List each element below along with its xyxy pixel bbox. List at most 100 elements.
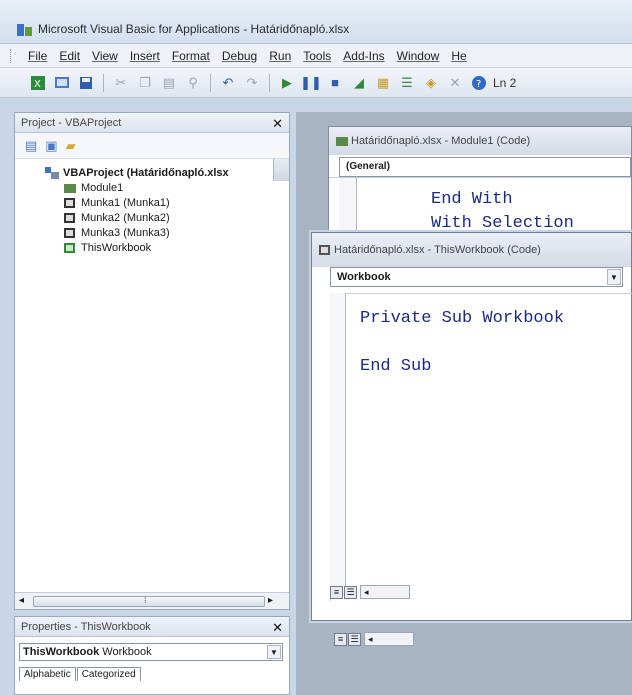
menu-help[interactable]: He <box>445 49 472 63</box>
tree-item-vbaproject[interactable]: VBAProject (Határidőnapló.xlsx <box>45 165 289 180</box>
copy-icon[interactable]: ❐ <box>135 73 155 93</box>
menu-insert[interactable]: Insert <box>124 49 166 63</box>
paste-icon[interactable]: ▤ <box>159 73 179 93</box>
menu-format[interactable]: Format <box>166 49 216 63</box>
svg-text:?: ? <box>476 79 481 90</box>
module-window-title: Határidőnapló.xlsx - Module1 (Code) <box>351 135 531 147</box>
toggle-folders-icon[interactable]: ▰ <box>66 138 76 154</box>
menu-addins[interactable]: Add-Ins <box>337 49 390 63</box>
project-tree: VBAProject (Határidőnapló.xlsx Module1 M… <box>15 159 289 255</box>
tab-alphabetic[interactable]: Alphabetic <box>19 667 76 681</box>
object-select[interactable]: ThisWorkbook Workbook ▼ <box>19 643 283 661</box>
close-icon[interactable]: ✕ <box>272 618 283 638</box>
chevron-down-icon[interactable]: ▼ <box>267 645 281 659</box>
workbook-window-title: Határidőnapló.xlsx - ThisWorkbook (Code) <box>334 244 541 256</box>
workbook-hscroll[interactable]: ◂ <box>360 585 410 599</box>
tab-categorized[interactable]: Categorized <box>76 667 141 681</box>
object-combo[interactable]: (General) <box>339 157 631 177</box>
workbook-window-titlebar[interactable]: Határidőnapló.xlsx - ThisWorkbook (Code) <box>312 233 631 267</box>
project-panel-title: Project - VBAProject <box>21 117 122 129</box>
toolbox-icon[interactable]: ✕ <box>445 73 465 93</box>
scroll-left-icon[interactable]: ◂ <box>19 595 24 606</box>
properties-tabs: Alphabetic Categorized <box>19 667 289 681</box>
menu-view[interactable]: View <box>86 49 124 63</box>
tree-item-munka3[interactable]: Munka3 (Munka3) <box>45 225 289 240</box>
tree-item-label: ThisWorkbook <box>81 241 152 254</box>
vertical-scrollbar[interactable] <box>273 159 289 181</box>
thisworkbook-code-window[interactable]: Határidőnapló.xlsx - ThisWorkbook (Code)… <box>311 232 632 621</box>
break-icon[interactable]: ❚❚ <box>300 73 322 93</box>
full-module-view-icon[interactable]: ☰ <box>348 632 361 646</box>
object-combo-value: (General) <box>346 161 390 172</box>
run-icon[interactable]: ▶ <box>277 73 297 93</box>
properties-panel: Properties - ThisWorkbook ✕ ThisWorkbook… <box>14 616 290 695</box>
find-icon[interactable]: ⚲ <box>183 73 203 93</box>
cursor-position: Ln 2 <box>493 75 517 90</box>
standard-toolbar: X ✂ ❐ ▤ ⚲ ↶ ↷ ▶ ❚❚ ■ ◢ ▦ ☰ ◈ ✕ ? Ln 2 <box>0 68 632 98</box>
menu-run[interactable]: Run <box>263 49 297 63</box>
menu-edit[interactable]: Edit <box>53 49 86 63</box>
title-bar: Microsoft Visual Basic for Applications … <box>0 0 632 44</box>
menu-file[interactable]: File <box>22 49 53 63</box>
menubar-grip[interactable] <box>10 49 13 63</box>
view-object-icon[interactable]: ▣ <box>45 138 57 154</box>
procedure-view-icon[interactable]: ≡ <box>334 632 347 646</box>
scroll-right-icon[interactable]: ▸ <box>268 595 273 606</box>
cut-icon[interactable]: ✂ <box>111 73 131 93</box>
design-mode-icon[interactable]: ◢ <box>349 73 369 93</box>
tree-item-munka2[interactable]: Munka2 (Munka2) <box>45 210 289 225</box>
sheet-icon <box>64 227 75 238</box>
tree-item-module1[interactable]: Module1 <box>45 180 289 195</box>
close-icon[interactable]: ✕ <box>272 114 283 134</box>
workbook-combo-value: Workbook <box>337 271 391 283</box>
redo-icon[interactable]: ↷ <box>242 73 262 93</box>
module-window-titlebar[interactable]: Határidőnapló.xlsx - Module1 (Code) <box>329 127 631 155</box>
undo-icon[interactable]: ↶ <box>218 73 238 93</box>
object-type: Workbook <box>102 646 152 658</box>
scroll-thumb[interactable]: ⁞ <box>33 595 265 607</box>
save-icon[interactable] <box>76 73 96 93</box>
reset-icon[interactable]: ■ <box>325 73 345 93</box>
menu-tools[interactable]: Tools <box>297 49 337 63</box>
workbook-icon <box>64 242 75 253</box>
tree-item-thisworkbook[interactable]: ThisWorkbook <box>45 240 289 255</box>
tree-item-label: Module1 <box>81 181 124 194</box>
vba-project-icon <box>45 166 59 179</box>
window-title: Microsoft Visual Basic for Applications … <box>38 22 350 36</box>
menu-bar: File Edit View Insert Format Debug Run T… <box>0 44 632 68</box>
toolbar-separator <box>210 73 211 92</box>
module-view-buttons: ≡ ☰ ◂ <box>334 632 414 646</box>
excel-view-icon[interactable]: X <box>28 73 48 93</box>
object-name: ThisWorkbook <box>23 646 100 658</box>
procedure-view-icon[interactable]: ≡ <box>330 585 343 599</box>
tree-item-label: Munka1 (Munka1) <box>81 196 170 209</box>
insert-module-icon[interactable] <box>52 73 72 93</box>
help-icon[interactable]: ? <box>469 73 489 93</box>
vba-app-icon <box>17 24 32 36</box>
horizontal-scrollbar[interactable]: ◂ ⁞ ▸ <box>15 592 289 609</box>
code-gutter <box>330 293 346 595</box>
full-module-view-icon[interactable]: ☰ <box>344 585 357 599</box>
menu-window[interactable]: Window <box>391 49 446 63</box>
code-line: End Sub <box>360 357 432 376</box>
tree-item-munka1[interactable]: Munka1 (Munka1) <box>45 195 289 210</box>
code-line: End With <box>431 190 513 209</box>
sheet-icon <box>64 197 75 208</box>
project-explorer-panel: Project - VBAProject ✕ ▤ ▣ ▰ VBAProject … <box>14 112 290 610</box>
properties-icon[interactable]: ☰ <box>397 73 417 93</box>
sheet-icon <box>64 212 75 223</box>
module-icon <box>64 183 76 193</box>
workbook-code-area[interactable] <box>330 293 632 601</box>
object-browser-icon[interactable]: ◈ <box>421 73 441 93</box>
toolbar-separator <box>103 73 104 92</box>
menu-debug[interactable]: Debug <box>216 49 263 63</box>
tree-item-label: Munka3 (Munka3) <box>81 226 170 239</box>
workbook-object-combo[interactable]: Workbook ▼ <box>330 267 623 287</box>
project-explorer-icon[interactable]: ▦ <box>373 73 393 93</box>
module-hscroll[interactable]: ◂ <box>364 632 414 646</box>
project-panel-tools: ▤ ▣ ▰ <box>15 133 289 159</box>
properties-panel-title: Properties - ThisWorkbook <box>21 621 151 633</box>
chevron-down-icon[interactable]: ▼ <box>607 269 621 285</box>
tree-item-label: Munka2 (Munka2) <box>81 211 170 224</box>
view-code-icon[interactable]: ▤ <box>25 138 37 154</box>
